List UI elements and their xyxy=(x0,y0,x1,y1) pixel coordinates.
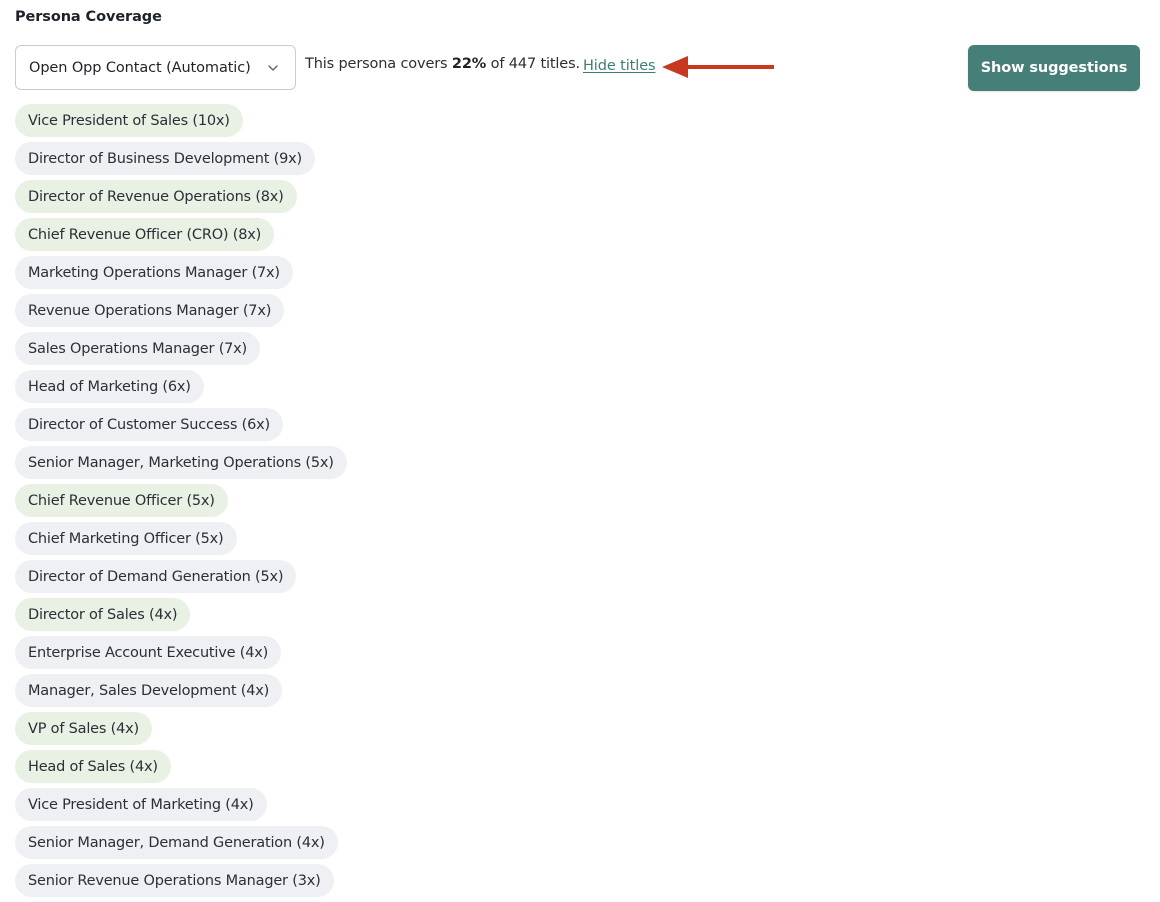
title-chip: Revenue Operations Manager (7x) xyxy=(15,294,285,327)
title-chip: Sales Operations Manager (7x) xyxy=(15,332,261,365)
coverage-summary: This persona covers 22% of 447 titles. xyxy=(305,56,580,72)
coverage-prefix: This persona covers xyxy=(305,56,448,72)
title-chip: VP of Sales (4x) xyxy=(15,712,152,745)
title-chip: Director of Demand Generation (5x) xyxy=(15,560,297,593)
show-suggestions-button[interactable]: Show suggestions xyxy=(968,45,1140,91)
coverage-suffix: of 447 titles. xyxy=(490,56,580,72)
title-chip: Senior Revenue Operations Manager (3x) xyxy=(15,864,334,897)
title-chip: Marketing Operations Manager (7x) xyxy=(15,256,293,289)
title-chip: Vice President of Sales (10x) xyxy=(15,104,243,137)
arrow-left-icon xyxy=(662,56,774,78)
title-chip: Chief Revenue Officer (5x) xyxy=(15,484,228,517)
title-chip: Director of Revenue Operations (8x) xyxy=(15,180,297,213)
persona-select-value: Open Opp Contact (Automatic) xyxy=(29,59,251,76)
title-chip: Senior Manager, Marketing Operations (5x… xyxy=(15,446,347,479)
title-chip: Head of Marketing (6x) xyxy=(15,370,204,403)
coverage-percent: 22% xyxy=(451,56,487,72)
title-chip: Chief Revenue Officer (CRO) (8x) xyxy=(15,218,275,251)
title-chip: Director of Business Development (9x) xyxy=(15,142,315,175)
title-chip: Enterprise Account Executive (4x) xyxy=(15,636,282,669)
title-chip: Senior Manager, Demand Generation (4x) xyxy=(15,826,338,859)
title-chip: Director of Sales (4x) xyxy=(15,598,191,631)
titles-list: Vice President of Sales (10x) Director o… xyxy=(15,104,347,902)
section-title: Persona Coverage xyxy=(15,9,162,25)
title-chip: Chief Marketing Officer (5x) xyxy=(15,522,237,555)
title-chip: Director of Customer Success (6x) xyxy=(15,408,283,441)
hide-titles-link[interactable]: Hide titles xyxy=(583,58,656,74)
title-chip: Vice President of Marketing (4x) xyxy=(15,788,267,821)
chevron-down-icon xyxy=(268,65,278,71)
title-chip: Head of Sales (4x) xyxy=(15,750,171,783)
persona-select[interactable]: Open Opp Contact (Automatic) xyxy=(15,45,296,90)
title-chip: Manager, Sales Development (4x) xyxy=(15,674,283,707)
